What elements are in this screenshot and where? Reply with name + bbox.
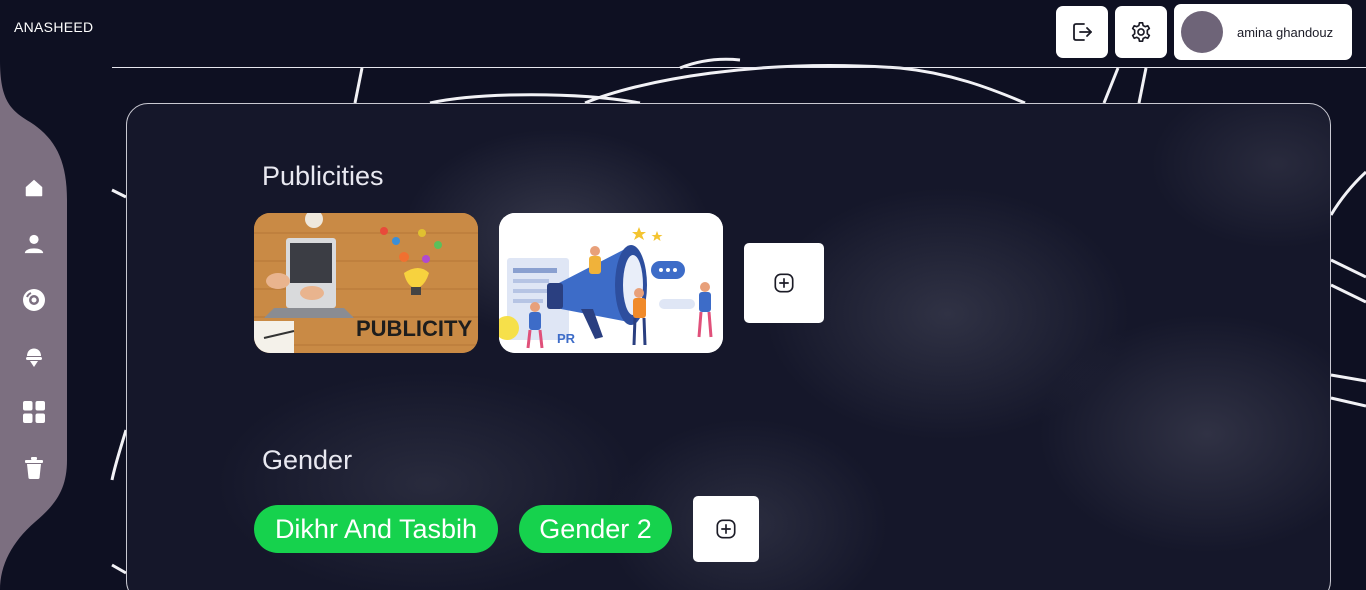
gender-chip[interactable]: Dikhr And Tasbih (254, 505, 498, 553)
publicity-image: PUBLICITY (254, 213, 478, 353)
brand-title: ANASHEED (14, 19, 94, 35)
avatar (1181, 11, 1223, 53)
publicity-card[interactable]: PUBLICITY (254, 213, 478, 353)
user-name: amina ghandouz (1237, 24, 1334, 40)
user-profile[interactable]: amina ghandouz (1174, 4, 1352, 60)
home-icon[interactable] (22, 176, 46, 200)
settings-button[interactable] (1115, 6, 1167, 58)
sidebar-background (0, 60, 67, 590)
svg-text:PUBLICITY: PUBLICITY (356, 316, 472, 341)
logout-icon (1073, 23, 1092, 41)
svg-text:PR: PR (557, 331, 576, 346)
gear-icon (1131, 22, 1151, 42)
plus-square-icon (716, 519, 736, 539)
main-panel: Publicities PUBLICITY PR Gender Dikhr An… (126, 103, 1331, 590)
logout-button[interactable] (1056, 6, 1108, 58)
add-publicity-button[interactable] (744, 243, 824, 323)
grid-icon[interactable] (22, 400, 46, 424)
add-gender-button[interactable] (693, 496, 759, 562)
trash-icon[interactable] (22, 456, 46, 480)
gender-title: Gender (262, 445, 353, 475)
publicities-title: Publicities (262, 161, 384, 191)
plus-square-icon (774, 273, 794, 293)
sidebar-nav (22, 176, 46, 512)
disc-icon[interactable] (22, 288, 46, 312)
publicity-card[interactable]: PR (499, 213, 723, 353)
microphone-icon[interactable] (22, 344, 46, 368)
gender-chip[interactable]: Gender 2 (519, 505, 672, 553)
header-divider (112, 67, 1366, 68)
user-icon[interactable] (22, 232, 46, 256)
publicity-image: PR (499, 213, 723, 353)
